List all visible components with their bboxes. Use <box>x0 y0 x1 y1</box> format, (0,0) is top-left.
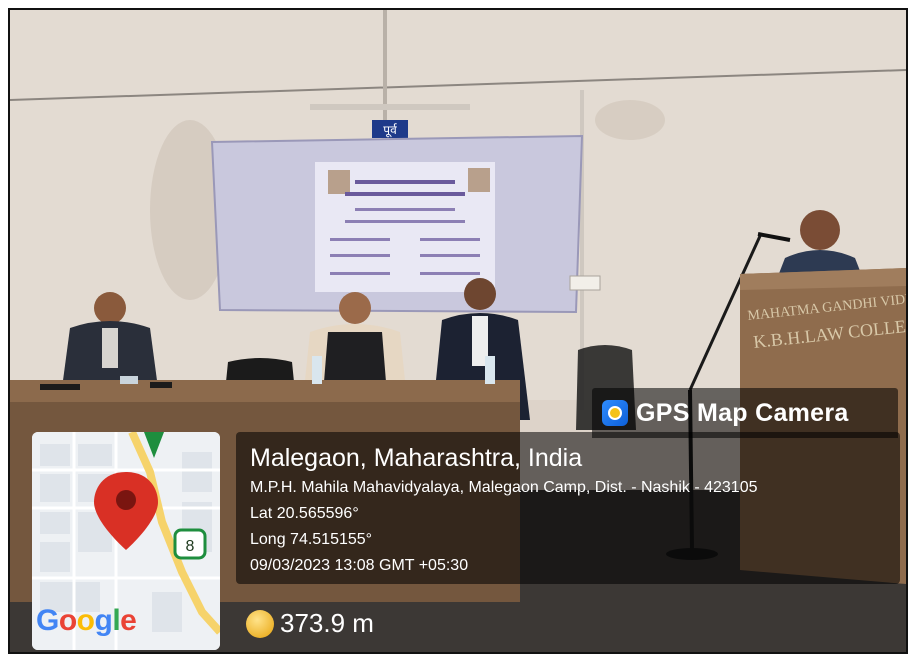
google-logo: Google <box>36 604 137 638</box>
route-shield: 8 <box>173 528 207 560</box>
altitude-icon <box>246 609 274 638</box>
map-thumbnail: 8 Google <box>32 432 220 650</box>
google-logo-letter: l <box>112 604 121 637</box>
door-sign: पूर्व <box>383 123 397 138</box>
location-title: Malegaon, Maharashtra, India <box>250 444 583 472</box>
location-info-panel: Malegaon, Maharashtra, India M.P.H. Mahi… <box>236 432 900 584</box>
google-logo-letter: g <box>94 604 113 637</box>
google-logo-letter: o <box>58 604 77 637</box>
altitude-row: 373.9 m <box>246 608 374 639</box>
longitude-text: Long 74.515155° <box>250 531 373 548</box>
app-badge: GPS Map Camera <box>592 388 898 438</box>
altitude-value: 373.9 m <box>280 608 374 638</box>
app-badge-label: GPS Map Camera <box>636 398 849 427</box>
datetime-text: 09/03/2023 13:08 GMT +05:30 <box>250 557 469 574</box>
svg-text:8: 8 <box>186 538 195 555</box>
photo-frame: पूर्व MAHATMA GANDHI VIDYAM K.B.H.LAW CO… <box>8 8 908 654</box>
address-text: M.P.H. Mahila Mahavidyalaya, Malegaon Ca… <box>250 479 758 496</box>
google-logo-letter: e <box>120 604 137 637</box>
camera-pin-icon <box>602 400 628 426</box>
google-logo-letter: o <box>76 604 95 637</box>
latitude-text: Lat 20.565596° <box>250 505 359 522</box>
google-logo-letter: G <box>36 604 59 637</box>
